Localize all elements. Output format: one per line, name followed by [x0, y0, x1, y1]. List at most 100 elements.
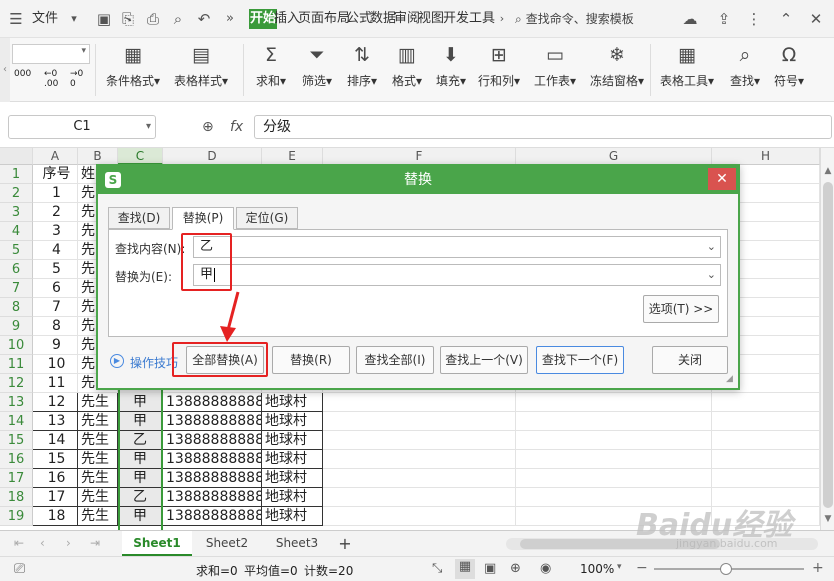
file-menu[interactable]: 文件	[32, 0, 58, 38]
cell-b[interactable]: 先生	[78, 507, 118, 526]
more-icon[interactable]: »	[220, 9, 240, 29]
column-header-e[interactable]: E	[262, 148, 323, 165]
format-button[interactable]: ▥ 格式▾	[388, 42, 426, 98]
column-header-h[interactable]: H	[712, 148, 820, 165]
tips-icon[interactable]: ▶	[110, 354, 124, 368]
cell-g[interactable]	[516, 393, 712, 412]
row-header[interactable]: 11	[0, 355, 33, 374]
dialog-title-bar[interactable]: S 替换 ✕	[98, 166, 738, 194]
macro-icon[interactable]: ⎚	[14, 561, 25, 577]
chevron-down-icon[interactable]: ⌄	[707, 237, 716, 257]
zoom-dropdown-icon[interactable]: ▾	[617, 562, 622, 572]
page-break-view-icon[interactable]: ⊕	[510, 561, 521, 576]
row-header[interactable]: 18	[0, 488, 33, 507]
sheet-tab-2[interactable]: Sheet2	[192, 531, 262, 556]
cell-e[interactable]: 地球村	[262, 412, 323, 431]
row-header[interactable]: 13	[0, 393, 33, 412]
cell-d[interactable]: 13888888888	[163, 507, 262, 526]
cell-c[interactable]: 甲	[118, 469, 163, 488]
scroll-thumb[interactable]	[823, 182, 833, 508]
cell-a[interactable]: 12	[33, 393, 78, 412]
find-previous-button[interactable]: 查找上一个(V)	[440, 346, 528, 374]
cell-g[interactable]	[516, 469, 712, 488]
cell-a[interactable]: 17	[33, 488, 78, 507]
cell-a[interactable]: 1	[33, 184, 78, 203]
tab-home[interactable]: 开始	[249, 9, 278, 29]
cell-b[interactable]: 先生	[78, 412, 118, 431]
print-preview-icon[interactable]: ⌕	[168, 9, 188, 29]
cell-f[interactable]	[323, 431, 516, 450]
function-icon[interactable]: fx	[230, 115, 243, 139]
symbol-button[interactable]: Ω 符号▾	[770, 42, 808, 98]
collapse-ribbon-icon[interactable]: ⌃	[776, 9, 796, 29]
cloud-icon[interactable]: ☁	[680, 9, 700, 29]
cell-g[interactable]	[516, 450, 712, 469]
cell-h[interactable]	[712, 469, 820, 488]
add-sheet-button[interactable]: +	[334, 531, 356, 556]
row-header[interactable]: 6	[0, 260, 33, 279]
row-header[interactable]: 2	[0, 184, 33, 203]
cell-d[interactable]: 13888888888	[163, 431, 262, 450]
zoom-slider-thumb[interactable]	[720, 563, 732, 575]
cell-a[interactable]: 16	[33, 469, 78, 488]
conditional-format-button[interactable]: ▦ 条件格式▾	[103, 42, 163, 98]
command-search[interactable]: ⌕ 查找命令、搜索模板	[515, 9, 665, 29]
sort-button[interactable]: ⇅ 排序▾	[343, 42, 381, 98]
cell-a[interactable]: 13	[33, 412, 78, 431]
tab-insert[interactable]: 插入	[274, 9, 300, 29]
row-col-button[interactable]: ⊞ 行和列▾	[477, 42, 521, 98]
replace-input[interactable]: 甲 ⌄	[193, 264, 721, 286]
zoom-level[interactable]: 100%	[580, 562, 614, 576]
tab-data[interactable]: 数据	[370, 9, 396, 29]
tips-link[interactable]: 操作技巧	[130, 354, 178, 371]
find-all-button[interactable]: 查找全部(I)	[356, 346, 434, 374]
tab-developer[interactable]: 开发工具	[443, 9, 495, 29]
cell-b[interactable]: 先生	[78, 469, 118, 488]
replace-all-button[interactable]: 全部替换(A)	[186, 346, 264, 374]
tab-find[interactable]: 查找(D)	[108, 207, 170, 229]
close-window-icon[interactable]: ✕	[806, 9, 826, 29]
cell-d[interactable]: 13888888888	[163, 393, 262, 412]
cell-f[interactable]	[323, 450, 516, 469]
fill-button[interactable]: ⬇ 填充▾	[432, 42, 470, 98]
cell-a[interactable]: 8	[33, 317, 78, 336]
increase-decimal[interactable]: ←0.00	[44, 69, 58, 89]
tab-review[interactable]: 审阅	[394, 9, 420, 29]
row-header[interactable]: 9	[0, 317, 33, 336]
share-icon[interactable]: ⇪	[714, 9, 734, 29]
row-header[interactable]: 3	[0, 203, 33, 222]
tab-goto[interactable]: 定位(G)	[236, 207, 298, 229]
filter-button[interactable]: ⏷ 筛选▾	[298, 42, 336, 98]
row-header[interactable]: 1	[0, 165, 33, 184]
cell-c[interactable]: 乙	[118, 431, 163, 450]
row-header[interactable]: 5	[0, 241, 33, 260]
row-header[interactable]: 17	[0, 469, 33, 488]
cell-c[interactable]: 乙	[118, 488, 163, 507]
cell-g[interactable]	[516, 412, 712, 431]
cell-h[interactable]	[712, 393, 820, 412]
zoom-icon[interactable]: ⊕	[202, 115, 214, 139]
cell-c[interactable]: 甲	[118, 393, 163, 412]
cell-f[interactable]	[323, 488, 516, 507]
cell-f[interactable]	[323, 469, 516, 488]
column-header-b[interactable]: B	[78, 148, 118, 165]
scroll-down-icon[interactable]: ▼	[823, 514, 833, 524]
row-header[interactable]: 4	[0, 222, 33, 241]
cell-a[interactable]: 2	[33, 203, 78, 222]
cell-c[interactable]: 甲	[118, 507, 163, 526]
table-style-button[interactable]: ▤ 表格样式▾	[171, 42, 231, 98]
scroll-tabs-icon[interactable]: ›	[492, 9, 512, 29]
cell-d[interactable]: 13888888888	[163, 488, 262, 507]
cell-e[interactable]: 地球村	[262, 507, 323, 526]
row-header[interactable]: 8	[0, 298, 33, 317]
thousands-separator[interactable]: 000	[14, 69, 31, 79]
row-header[interactable]: 19	[0, 507, 33, 526]
close-icon[interactable]: ✕	[708, 168, 736, 190]
cell-e[interactable]: 地球村	[262, 431, 323, 450]
print-icon[interactable]: ⎙	[143, 9, 163, 29]
cell-h[interactable]	[712, 412, 820, 431]
cell-a[interactable]: 18	[33, 507, 78, 526]
cell-e[interactable]: 地球村	[262, 488, 323, 507]
select-all-corner[interactable]	[0, 148, 33, 165]
ribbon-scroll-left[interactable]: ‹	[0, 38, 10, 102]
